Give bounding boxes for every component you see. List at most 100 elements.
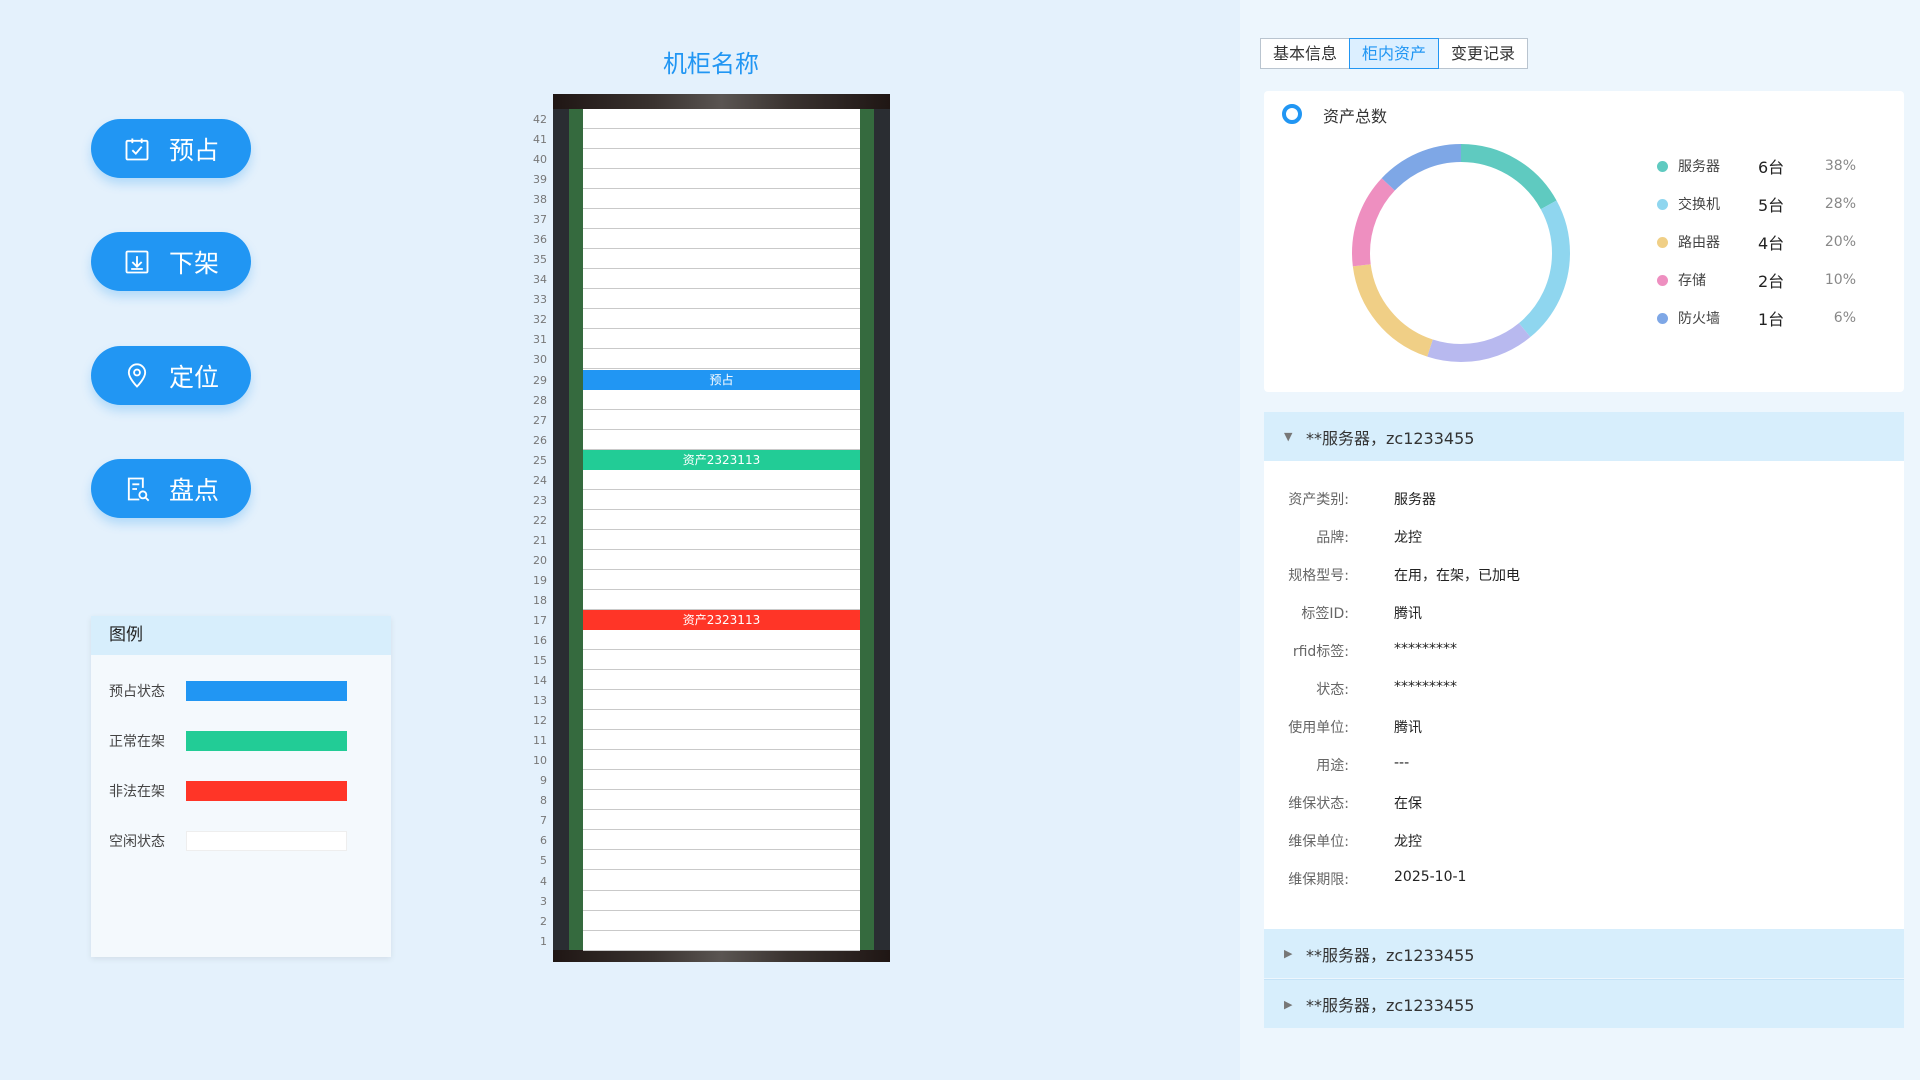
rack-unit-empty[interactable] bbox=[583, 810, 860, 830]
rack-unit-empty[interactable] bbox=[583, 550, 860, 570]
rack-unit-empty[interactable] bbox=[583, 891, 860, 911]
reserve-button[interactable]: 预占 bbox=[91, 119, 251, 178]
asset-field-value: --- bbox=[1394, 755, 1410, 771]
stat-row: 存储 2台 10% bbox=[1657, 268, 1856, 292]
rack-unit-empty[interactable] bbox=[583, 730, 860, 750]
rack-unit-empty[interactable] bbox=[583, 410, 860, 430]
rack-unit-empty[interactable] bbox=[583, 750, 860, 770]
rack-unit-empty[interactable] bbox=[583, 109, 860, 129]
asset-accordion-header[interactable]: ▶ **服务器，zc1233455 bbox=[1264, 979, 1904, 1028]
rack-unit-empty[interactable] bbox=[583, 470, 860, 490]
asset-accordion-header[interactable]: ▶ **服务器，zc1233455 bbox=[1264, 929, 1904, 978]
rack-unit-number: 23 bbox=[533, 494, 547, 507]
asset-field-key: 使用单位: bbox=[1288, 720, 1349, 736]
rack-unit-empty[interactable] bbox=[583, 329, 860, 349]
rack-unit-number: 41 bbox=[533, 133, 547, 146]
stat-percent: 38% bbox=[1824, 158, 1856, 174]
caret-right-icon: ▶ bbox=[1284, 997, 1293, 1011]
document-search-icon bbox=[127, 477, 150, 501]
rack-unit-empty[interactable] bbox=[583, 289, 860, 309]
rack-unit-occupied[interactable]: 资产2323113 bbox=[583, 610, 860, 630]
asset-field-row: 状态: ********* bbox=[1264, 679, 1457, 699]
rack-unit-number: 15 bbox=[533, 654, 547, 667]
stat-dot bbox=[1657, 160, 1668, 172]
rack-unit-number: 16 bbox=[533, 634, 547, 647]
rack-unit-empty[interactable] bbox=[583, 189, 860, 209]
rack-unit-empty[interactable] bbox=[583, 830, 860, 850]
rack-unit-empty[interactable] bbox=[583, 530, 860, 550]
tab-rack-assets[interactable]: 柜内资产 bbox=[1349, 38, 1440, 69]
rack-unit-empty[interactable] bbox=[583, 850, 860, 870]
locate-button[interactable]: 定位 bbox=[91, 346, 251, 405]
inventory-button[interactable]: 盘点 bbox=[91, 459, 251, 518]
rack-unit-empty[interactable] bbox=[583, 770, 860, 790]
stat-percent: 28% bbox=[1824, 196, 1856, 212]
rack-unit-empty[interactable] bbox=[583, 650, 860, 670]
rack-unit-empty[interactable] bbox=[583, 590, 860, 610]
asset-field-row: 维保期限: 2025-10-1 bbox=[1264, 869, 1466, 889]
tab-change-log[interactable]: 变更记录 bbox=[1438, 38, 1529, 69]
rack-unit-number: 29 bbox=[533, 374, 547, 387]
stat-name: 服务器 bbox=[1678, 159, 1720, 175]
rack-unit-number: 31 bbox=[533, 333, 547, 346]
rack-unit-empty[interactable] bbox=[583, 630, 860, 650]
unrack-button[interactable]: 下架 bbox=[91, 232, 251, 291]
rack-unit-number: 30 bbox=[533, 353, 547, 366]
locate-label: 定位 bbox=[168, 362, 219, 392]
rack-unit-empty[interactable] bbox=[583, 169, 860, 189]
rack-unit-empty[interactable] bbox=[583, 390, 860, 410]
rack-unit-empty[interactable] bbox=[583, 790, 860, 810]
rack-unit-empty[interactable] bbox=[583, 309, 860, 329]
unrack-label: 下架 bbox=[168, 248, 219, 278]
rack-title: 机柜名称 bbox=[663, 50, 759, 78]
asset-field-row: 资产类别: 服务器 bbox=[1264, 489, 1436, 509]
rack-unit-empty[interactable] bbox=[583, 690, 860, 710]
rack-unit-occupied[interactable]: 预占 bbox=[583, 370, 860, 390]
asset-field-value: 龙控 bbox=[1394, 834, 1422, 850]
rack-unit-empty[interactable] bbox=[583, 871, 860, 891]
rack-unit-empty[interactable] bbox=[583, 490, 860, 510]
asset-accordion-header[interactable]: ▼ **服务器，zc1233455 bbox=[1264, 412, 1904, 461]
rack-unit-number: 12 bbox=[533, 714, 547, 727]
rack-unit-empty[interactable] bbox=[583, 149, 860, 169]
legend-swatch bbox=[186, 681, 347, 701]
asset-field-value: ********* bbox=[1394, 679, 1457, 695]
stat-percent: 20% bbox=[1824, 234, 1856, 250]
rack-unit-number: 25 bbox=[533, 454, 547, 467]
stat-dot bbox=[1657, 198, 1668, 210]
rack-unit-number: 21 bbox=[533, 534, 547, 547]
asset-field-row: 用途: --- bbox=[1264, 755, 1409, 775]
stat-name: 路由器 bbox=[1678, 235, 1720, 251]
rack-unit-number: 14 bbox=[533, 674, 547, 687]
stat-dot bbox=[1657, 236, 1668, 248]
asset-header-label: **服务器，zc1233455 bbox=[1306, 428, 1475, 448]
rack-unit-empty[interactable] bbox=[583, 911, 860, 931]
rack-unit-empty[interactable] bbox=[583, 129, 860, 149]
rack-unit-number: 1 bbox=[540, 935, 547, 948]
rack-unit-empty[interactable] bbox=[583, 931, 860, 951]
asset-field-key: 状态: bbox=[1316, 682, 1349, 698]
rack-unit-empty[interactable] bbox=[583, 249, 860, 269]
asset-field-value: 服务器 bbox=[1394, 492, 1436, 508]
rack-unit-occupied[interactable]: 资产2323113 bbox=[583, 450, 860, 470]
stat-dot bbox=[1657, 274, 1668, 286]
asset-field-key: 维保状态: bbox=[1288, 796, 1349, 812]
legend-item: 非法在架 bbox=[109, 781, 347, 801]
asset-field-key: 资产类别: bbox=[1288, 492, 1349, 508]
rack-post-right bbox=[874, 109, 890, 950]
rack-unit-empty[interactable] bbox=[583, 209, 860, 229]
asset-field-value: 腾讯 bbox=[1394, 606, 1422, 622]
rack-unit-empty[interactable] bbox=[583, 710, 860, 730]
asset-field-key: 品牌: bbox=[1316, 530, 1349, 546]
rack-unit-number: 36 bbox=[533, 233, 547, 246]
stats-title: 资产总数 bbox=[1323, 107, 1388, 126]
rack-unit-empty[interactable] bbox=[583, 229, 860, 249]
rack-unit-empty[interactable] bbox=[583, 349, 860, 369]
rack-unit-empty[interactable] bbox=[583, 430, 860, 450]
rack-unit-empty[interactable] bbox=[583, 510, 860, 530]
asset-field-row: 维保状态: 在保 bbox=[1264, 793, 1422, 813]
rack-unit-empty[interactable] bbox=[583, 570, 860, 590]
rack-unit-empty[interactable] bbox=[583, 670, 860, 690]
tab-basic-info[interactable]: 基本信息 bbox=[1260, 38, 1351, 69]
rack-unit-empty[interactable] bbox=[583, 269, 860, 289]
